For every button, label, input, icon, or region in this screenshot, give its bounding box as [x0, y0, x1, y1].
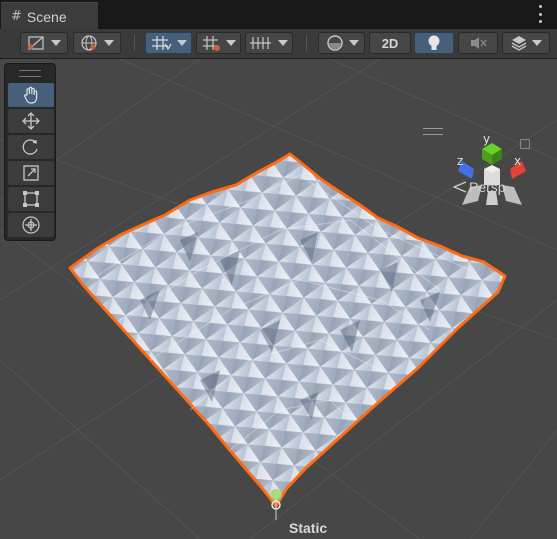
rect-tool-button[interactable]	[8, 187, 54, 211]
increment-snap-dropdown[interactable]	[196, 32, 241, 54]
projection-label: Persp	[469, 179, 506, 195]
terrain-mesh	[68, 152, 507, 508]
chevron-down-icon	[176, 40, 187, 46]
chevron-down-icon	[278, 40, 288, 46]
lock-icon[interactable]	[520, 139, 530, 149]
grid-visibility-dropdown[interactable]	[245, 32, 293, 54]
axis-y-label: y	[483, 132, 491, 146]
scene-effects-icon	[511, 36, 527, 51]
scale-tool-button[interactable]	[8, 161, 54, 185]
toolbar-divider	[134, 35, 135, 51]
scene-viewport[interactable]: y z x	[0, 59, 557, 539]
tab-scene[interactable]: # Scene	[1, 2, 98, 30]
tools-overlay	[4, 63, 56, 241]
chevron-down-icon	[225, 40, 236, 46]
axis-x-label: x	[514, 154, 522, 168]
chevron-down-icon	[104, 40, 114, 46]
kebab-menu-icon[interactable]	[537, 5, 543, 23]
shading-mode-icon	[28, 36, 44, 50]
global-dropdown[interactable]	[73, 32, 121, 54]
hand-tool-icon	[24, 86, 38, 104]
tab-scene-label: Scene	[26, 8, 67, 25]
scale-tool-icon	[23, 165, 39, 181]
axis-z-label: z	[457, 154, 464, 168]
grid-snap-icon	[151, 36, 172, 51]
orbit-icon	[326, 35, 343, 51]
chevron-down-icon	[51, 40, 61, 46]
perspective-icon	[453, 181, 467, 193]
scene-effects-dropdown[interactable]	[502, 32, 550, 54]
move-tool-icon	[22, 112, 40, 130]
scene-toolbar: 2D	[0, 29, 557, 59]
mode-2d-button[interactable]: 2D	[369, 32, 411, 54]
orbit-dropdown[interactable]	[318, 32, 365, 54]
drag-handle-icon[interactable]	[19, 70, 41, 77]
rotate-tool-icon	[22, 139, 38, 155]
rotate-tool-button[interactable]	[8, 135, 54, 159]
draw-mode-dropdown[interactable]	[20, 32, 68, 54]
grid-hash-icon: #	[11, 9, 22, 24]
lighting-toggle[interactable]	[414, 32, 454, 54]
gizmo-menu-icon[interactable]	[423, 128, 443, 135]
hand-tool-button[interactable]	[8, 83, 54, 107]
increment-snap-icon	[202, 36, 220, 51]
rect-tool-icon	[23, 191, 39, 207]
light-bulb-icon	[428, 35, 440, 50]
transform-tool-button[interactable]	[8, 213, 54, 237]
chevron-down-icon	[348, 40, 359, 46]
audio-toggle[interactable]	[458, 32, 498, 54]
globe-icon	[81, 35, 97, 51]
grid-snap-toggle[interactable]	[145, 32, 192, 54]
audio-mute-icon	[471, 37, 487, 49]
tab-bar: # Scene	[0, 0, 557, 30]
chevron-down-icon	[532, 40, 542, 46]
mode-2d-label: 2D	[381, 35, 399, 51]
projection-toggle[interactable]: Persp	[453, 179, 506, 195]
move-tool-button[interactable]	[8, 109, 54, 133]
toolbar-divider	[306, 35, 307, 51]
transform-tool-icon	[22, 216, 40, 234]
grid-visibility-icon	[250, 37, 271, 49]
object-static-label: Static	[289, 520, 328, 536]
